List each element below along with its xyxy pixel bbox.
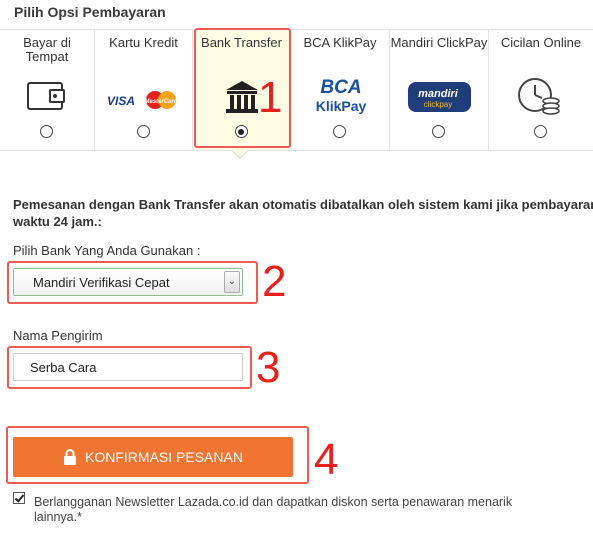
payment-option-label: Cicilan Online <box>500 35 582 50</box>
payment-radio-installment[interactable] <box>534 125 547 138</box>
payment-option-label: Mandiri ClickPay <box>390 35 488 50</box>
payment-options: Bayar di Tempat Kartu Kredit VISA Master… <box>0 29 593 151</box>
clickpay-logo-text: clickpay <box>424 100 452 109</box>
notice-line-1: Pemesanan dengan Bank Transfer akan otom… <box>13 197 593 212</box>
payment-option-label: Bayar di Tempat <box>23 35 71 64</box>
sender-name-input[interactable]: Serba Cara <box>13 353 243 381</box>
credit-card-logos-icon: VISA MasterCard <box>95 77 192 117</box>
confirm-button-label: KONFIRMASI PESANAN <box>85 449 243 465</box>
bank-select-value: Mandiri Verifikasi Cepat <box>33 275 170 290</box>
clock-coins-icon <box>489 77 593 117</box>
payment-radio-bca-klikpay[interactable] <box>333 125 346 138</box>
klikpay-logo-text: KlikPay <box>316 98 367 114</box>
bca-klikpay-logo: BCA KlikPay <box>291 77 389 117</box>
mastercard-logo-text: MasterCard <box>144 99 177 105</box>
mandiri-clickpay-logo: mandiri clickpay <box>390 77 488 117</box>
bank-select[interactable]: Mandiri Verifikasi Cepat ⌄ <box>13 268 243 296</box>
notice-line-2: waktu 24 jam.: <box>13 214 102 229</box>
lock-icon <box>64 449 77 465</box>
mandiri-logo-text: mandiri <box>418 88 459 100</box>
bca-logo-text: BCA <box>320 77 361 98</box>
visa-logo-text: VISA <box>107 94 135 108</box>
page-title: Pilih Opsi Pembayaran <box>14 4 166 20</box>
payment-radio-mandiri-clickpay[interactable] <box>432 125 445 138</box>
annotation-number-3: 3 <box>256 343 281 392</box>
payment-option-credit-card[interactable]: Kartu Kredit VISA MasterCard <box>95 29 193 150</box>
payment-option-cod[interactable]: Bayar di Tempat <box>0 29 95 150</box>
chevron-down-icon[interactable]: ⌄ <box>224 271 240 293</box>
annotation-number-2: 2 <box>262 257 287 306</box>
payment-option-label: Kartu Kredit <box>109 35 178 50</box>
newsletter-text: Berlangganan Newsletter Lazada.co.id dan… <box>34 495 513 524</box>
bank-transfer-notice: Pemesanan dengan Bank Transfer akan otom… <box>13 196 593 230</box>
annotation-number-1: 1 <box>258 73 283 122</box>
newsletter-checkbox[interactable] <box>13 492 25 504</box>
payment-header: Pilih Opsi Pembayaran <box>0 0 593 30</box>
payment-option-installment[interactable]: Cicilan Online <box>489 29 593 150</box>
annotation-number-4: 4 <box>314 435 339 484</box>
payment-option-bca-klikpay[interactable]: BCA KlikPay BCA KlikPay <box>291 29 390 150</box>
payment-radio-credit-card[interactable] <box>136 125 150 138</box>
wallet-icon <box>0 77 94 117</box>
selected-option-pointer <box>230 149 250 159</box>
confirm-order-button[interactable]: KONFIRMASI PESANAN <box>13 437 293 477</box>
sender-label: Nama Pengirim <box>13 328 103 343</box>
payment-radio-cod[interactable] <box>40 125 53 138</box>
bank-select-label: Pilih Bank Yang Anda Gunakan : <box>13 243 201 258</box>
sender-name-value: Serba Cara <box>30 360 97 375</box>
payment-option-label: BCA KlikPay <box>303 35 377 50</box>
payment-option-mandiri-clickpay[interactable]: Mandiri ClickPay mandiri clickpay <box>390 29 489 150</box>
